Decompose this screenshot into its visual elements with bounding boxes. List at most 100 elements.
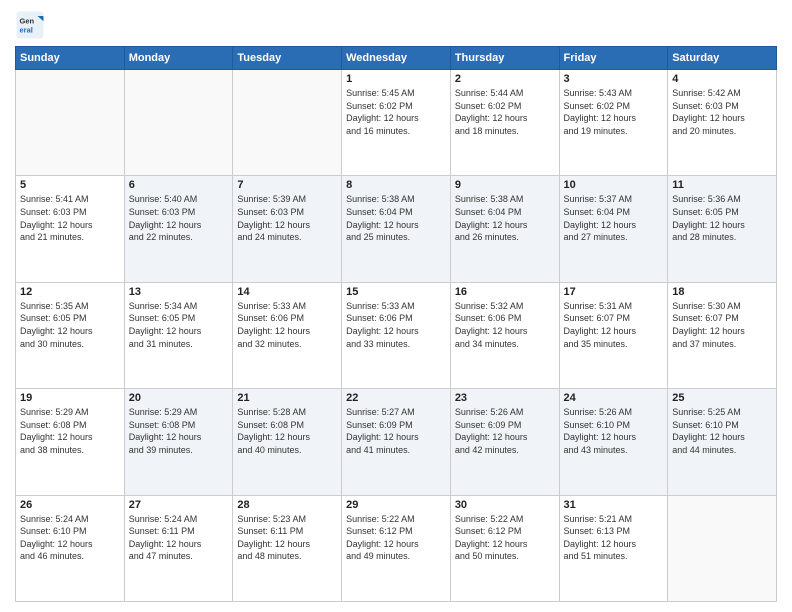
day-number: 25 [672,392,772,404]
day-info: Sunrise: 5:21 AM Sunset: 6:13 PM Dayligh… [564,513,664,563]
day-number: 30 [455,499,555,511]
calendar-cell [668,495,777,601]
day-info: Sunrise: 5:35 AM Sunset: 6:05 PM Dayligh… [20,300,120,350]
calendar-cell: 3 Sunrise: 5:43 AM Sunset: 6:02 PM Daylig… [559,70,668,176]
day-info: Sunrise: 5:33 AM Sunset: 6:06 PM Dayligh… [346,300,446,350]
calendar-header: SundayMondayTuesdayWednesdayThursdayFrid… [16,47,777,70]
day-info: Sunrise: 5:42 AM Sunset: 6:03 PM Dayligh… [672,87,772,137]
calendar-cell: 20Sunrise: 5:29 AM Sunset: 6:08 PM Dayli… [124,389,233,495]
calendar-cell: 16 Sunrise: 5:32 AM Sunset: 6:06 PM Dayli… [450,282,559,388]
header: Gen eral [15,10,777,40]
weekday-header-monday: Monday [124,47,233,70]
page: Gen eral SundayMondayTuesdayWednesdayThu… [0,0,792,612]
day-info: Sunrise: 5:34 AM Sunset: 6:05 PM Dayligh… [129,300,229,350]
day-number: 13 [129,286,229,298]
weekday-header-sunday: Sunday [16,47,125,70]
calendar-cell: 31 Sunrise: 5:21 AM Sunset: 6:13 PM Dayli… [559,495,668,601]
calendar-cell: 21Sunrise: 5:28 AM Sunset: 6:08 PM Dayli… [233,389,342,495]
day-number: 16 [455,286,555,298]
day-info: Sunrise: 5:38 AM Sunset: 6:04 PM Dayligh… [455,193,555,243]
day-info: Sunrise: 5:22 AM Sunset: 6:12 PM Dayligh… [346,513,446,563]
day-info: Sunrise: 5:32 AM Sunset: 6:06 PM Dayligh… [455,300,555,350]
day-number: 29 [346,499,446,511]
weekday-row: SundayMondayTuesdayWednesdayThursdayFrid… [16,47,777,70]
day-number: 21 [237,392,337,404]
day-number: 18 [672,286,772,298]
calendar-cell: 23 Sunrise: 5:26 AM Sunset: 6:09 PM Dayli… [450,389,559,495]
calendar-cell: 15 Sunrise: 5:33 AM Sunset: 6:06 PM Dayli… [342,282,451,388]
calendar-cell: 24 Sunrise: 5:26 AM Sunset: 6:10 PM Dayli… [559,389,668,495]
calendar-cell: 25 Sunrise: 5:25 AM Sunset: 6:10 PM Dayli… [668,389,777,495]
day-info: Sunrise: 5:33 AM Sunset: 6:06 PM Dayligh… [237,300,337,350]
day-number: 2 [455,73,555,85]
weekday-header-saturday: Saturday [668,47,777,70]
day-info: Sunrise: 5:37 AM Sunset: 6:04 PM Dayligh… [564,193,664,243]
calendar-cell [233,70,342,176]
day-number: 9 [455,179,555,191]
day-number: 11 [672,179,772,191]
day-number: 24 [564,392,664,404]
calendar-cell: 14 Sunrise: 5:33 AM Sunset: 6:06 PM Dayli… [233,282,342,388]
day-info: Sunrise: 5:29 AM Sunset: 6:08 PM Dayligh… [129,406,229,456]
day-info: Sunrise: 5:39 AM Sunset: 6:03 PM Dayligh… [237,193,337,243]
calendar-cell: 10Sunrise: 5:37 AM Sunset: 6:04 PM Dayli… [559,176,668,282]
day-number: 31 [564,499,664,511]
day-info: Sunrise: 5:36 AM Sunset: 6:05 PM Dayligh… [672,193,772,243]
calendar-cell: 13 Sunrise: 5:34 AM Sunset: 6:05 PM Dayli… [124,282,233,388]
day-info: Sunrise: 5:26 AM Sunset: 6:09 PM Dayligh… [455,406,555,456]
calendar-cell: 11 Sunrise: 5:36 AM Sunset: 6:05 PM Dayli… [668,176,777,282]
calendar-body: 1Sunrise: 5:45 AM Sunset: 6:02 PM Daylig… [16,70,777,602]
day-number: 15 [346,286,446,298]
svg-text:Gen: Gen [20,17,35,26]
weekday-header-tuesday: Tuesday [233,47,342,70]
calendar-cell: 22 Sunrise: 5:27 AM Sunset: 6:09 PM Dayli… [342,389,451,495]
day-info: Sunrise: 5:27 AM Sunset: 6:09 PM Dayligh… [346,406,446,456]
calendar-cell: 26 Sunrise: 5:24 AM Sunset: 6:10 PM Dayli… [16,495,125,601]
day-info: Sunrise: 5:23 AM Sunset: 6:11 PM Dayligh… [237,513,337,563]
calendar: SundayMondayTuesdayWednesdayThursdayFrid… [15,46,777,602]
day-info: Sunrise: 5:31 AM Sunset: 6:07 PM Dayligh… [564,300,664,350]
weekday-header-friday: Friday [559,47,668,70]
day-info: Sunrise: 5:30 AM Sunset: 6:07 PM Dayligh… [672,300,772,350]
calendar-cell [16,70,125,176]
calendar-cell: 27 Sunrise: 5:24 AM Sunset: 6:11 PM Dayli… [124,495,233,601]
day-number: 27 [129,499,229,511]
day-number: 14 [237,286,337,298]
calendar-week-3: 12 Sunrise: 5:35 AM Sunset: 6:05 PM Dayli… [16,282,777,388]
day-number: 12 [20,286,120,298]
calendar-cell: 4 Sunrise: 5:42 AM Sunset: 6:03 PM Daylig… [668,70,777,176]
day-number: 28 [237,499,337,511]
day-info: Sunrise: 5:38 AM Sunset: 6:04 PM Dayligh… [346,193,446,243]
day-info: Sunrise: 5:24 AM Sunset: 6:10 PM Dayligh… [20,513,120,563]
day-number: 4 [672,73,772,85]
day-info: Sunrise: 5:24 AM Sunset: 6:11 PM Dayligh… [129,513,229,563]
day-number: 22 [346,392,446,404]
logo-icon: Gen eral [15,10,45,40]
calendar-cell: 17 Sunrise: 5:31 AM Sunset: 6:07 PM Dayli… [559,282,668,388]
day-number: 8 [346,179,446,191]
day-number: 7 [237,179,337,191]
calendar-cell: 30Sunrise: 5:22 AM Sunset: 6:12 PM Dayli… [450,495,559,601]
day-info: Sunrise: 5:43 AM Sunset: 6:02 PM Dayligh… [564,87,664,137]
calendar-week-1: 1Sunrise: 5:45 AM Sunset: 6:02 PM Daylig… [16,70,777,176]
day-number: 17 [564,286,664,298]
day-info: Sunrise: 5:44 AM Sunset: 6:02 PM Dayligh… [455,87,555,137]
calendar-cell: 2 Sunrise: 5:44 AM Sunset: 6:02 PM Daylig… [450,70,559,176]
day-number: 3 [564,73,664,85]
day-info: Sunrise: 5:25 AM Sunset: 6:10 PM Dayligh… [672,406,772,456]
day-info: Sunrise: 5:41 AM Sunset: 6:03 PM Dayligh… [20,193,120,243]
svg-text:eral: eral [20,26,33,35]
day-info: Sunrise: 5:40 AM Sunset: 6:03 PM Dayligh… [129,193,229,243]
calendar-cell: 5 Sunrise: 5:41 AM Sunset: 6:03 PM Daylig… [16,176,125,282]
day-number: 26 [20,499,120,511]
calendar-cell: 29 Sunrise: 5:22 AM Sunset: 6:12 PM Dayli… [342,495,451,601]
calendar-cell: 1Sunrise: 5:45 AM Sunset: 6:02 PM Daylig… [342,70,451,176]
day-number: 23 [455,392,555,404]
day-info: Sunrise: 5:26 AM Sunset: 6:10 PM Dayligh… [564,406,664,456]
day-info: Sunrise: 5:45 AM Sunset: 6:02 PM Dayligh… [346,87,446,137]
weekday-header-wednesday: Wednesday [342,47,451,70]
day-number: 5 [20,179,120,191]
calendar-cell: 6Sunrise: 5:40 AM Sunset: 6:03 PM Daylig… [124,176,233,282]
calendar-cell: 18 Sunrise: 5:30 AM Sunset: 6:07 PM Dayli… [668,282,777,388]
weekday-header-thursday: Thursday [450,47,559,70]
